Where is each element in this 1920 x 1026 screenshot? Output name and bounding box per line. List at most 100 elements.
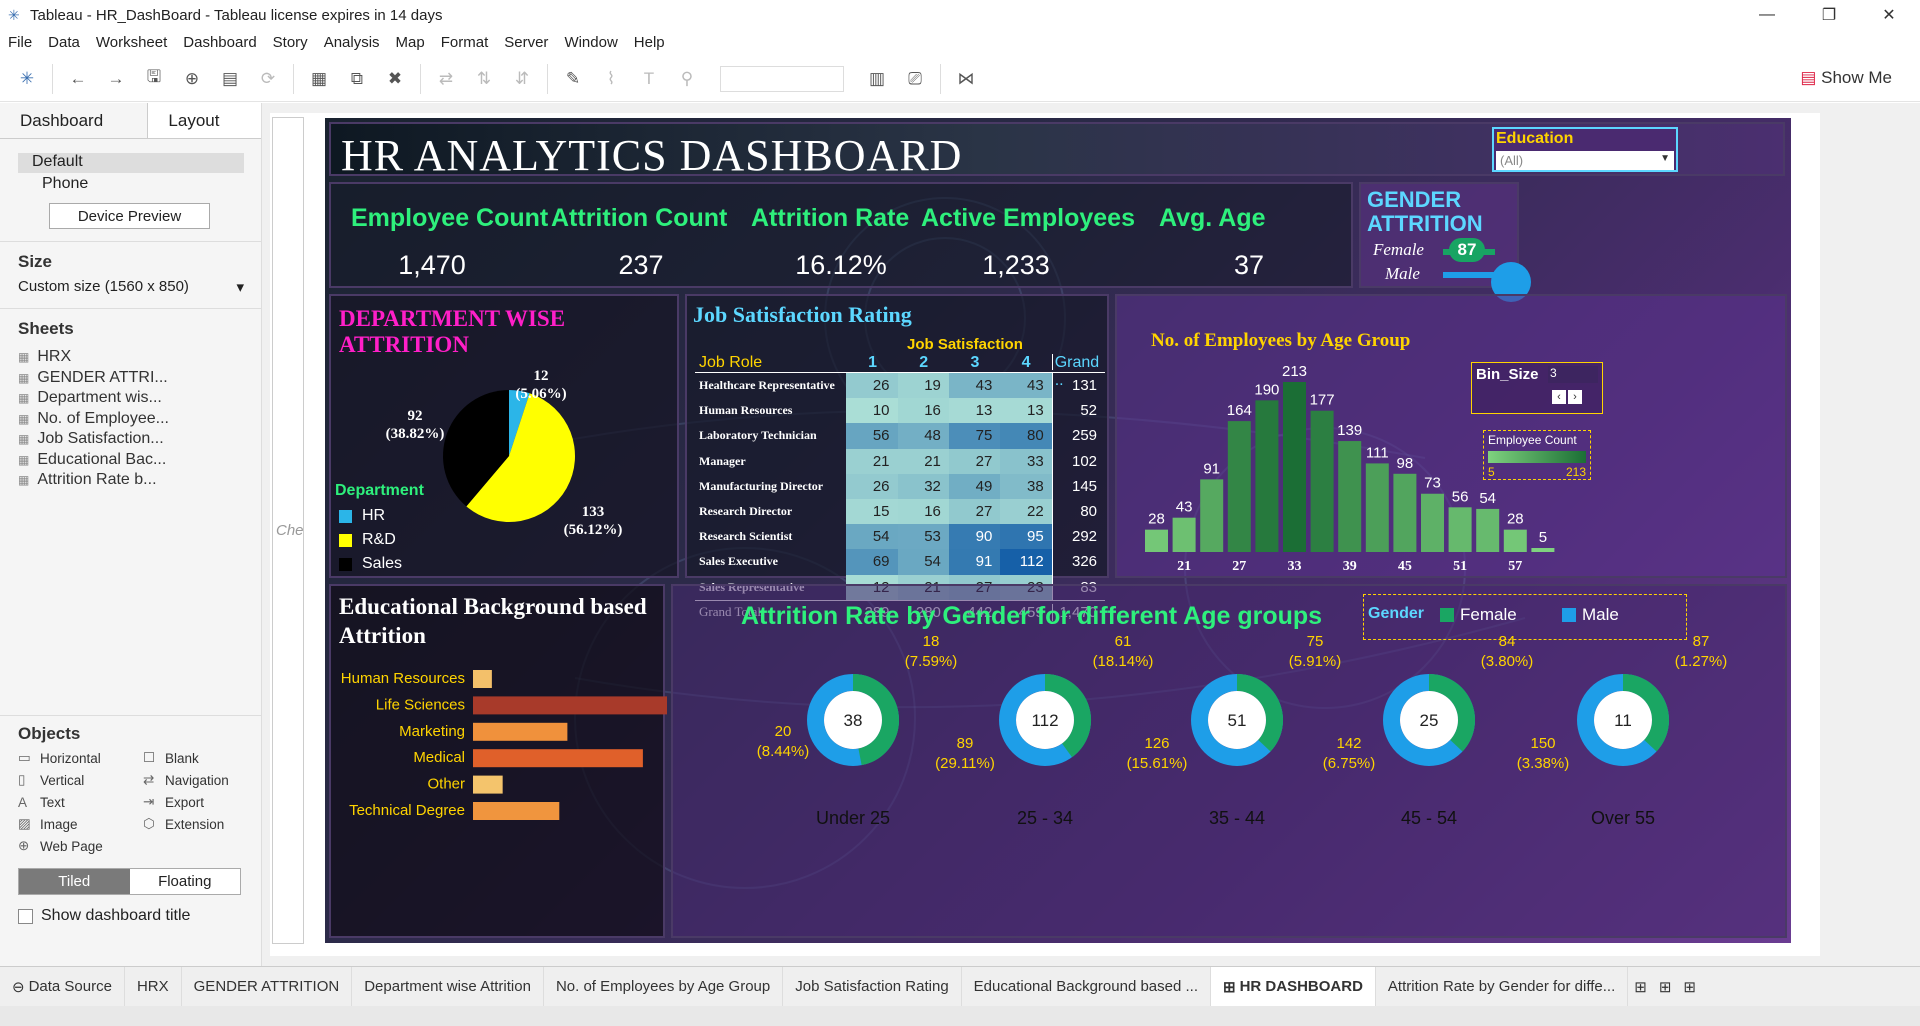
object-item[interactable]: ▨ Image [18, 816, 143, 832]
menu-help[interactable]: Help [626, 34, 673, 51]
device-preview-button[interactable]: Device Preview [49, 203, 210, 229]
education-filter-select[interactable]: (All) ▼ [1496, 151, 1674, 170]
sheet-item[interactable]: ▦ Department wis... [18, 388, 261, 409]
object-item[interactable]: ▭ Horizontal [18, 750, 143, 766]
age-bar[interactable] [1255, 400, 1279, 552]
education-bar[interactable] [473, 696, 667, 715]
age-bar[interactable] [1531, 548, 1555, 552]
clear-icon[interactable]: ✖ [380, 64, 410, 94]
share-icon[interactable]: ⋈ [951, 64, 981, 94]
sheet-item[interactable]: ▦ No. of Employee... [18, 409, 261, 430]
duplicate-icon[interactable]: ⧉ [342, 64, 372, 94]
show-title-checkbox-row[interactable]: Show dashboard title [18, 907, 262, 925]
group-icon[interactable]: ⌇ [596, 64, 626, 94]
highlight-icon[interactable]: ✎ [558, 64, 588, 94]
object-item[interactable]: ⇄ Navigation [143, 772, 268, 788]
age-bar[interactable] [1200, 479, 1224, 552]
redo-icon[interactable]: → [101, 64, 131, 94]
age-bar[interactable] [1448, 507, 1472, 552]
age-bar[interactable] [1283, 382, 1306, 552]
menu-map[interactable]: Map [388, 34, 433, 51]
age-bar[interactable] [1365, 463, 1389, 552]
new-datasource-icon[interactable]: ⊕ [177, 64, 207, 94]
sheet-tab[interactable]: Department wise Attrition [352, 966, 544, 1007]
floating-button[interactable]: Floating [129, 869, 240, 894]
restore-icon[interactable]: ❐ [1806, 0, 1852, 30]
minimize-icon[interactable]: — [1744, 0, 1790, 30]
object-item[interactable]: ☐ Blank [143, 750, 268, 766]
close-icon[interactable]: ✕ [1866, 0, 1912, 30]
new-story-icon[interactable]: ⊞ [1677, 967, 1702, 1007]
age-bar[interactable] [1393, 473, 1417, 552]
tableau-home-icon[interactable]: ✳ [12, 64, 42, 94]
undo-icon[interactable]: ← [63, 64, 93, 94]
sheet-tab[interactable]: HRX [125, 966, 182, 1007]
menu-data[interactable]: Data [40, 34, 88, 51]
swap-icon[interactable]: ⇄ [431, 64, 461, 94]
age-bar[interactable] [1503, 529, 1527, 552]
sheet-tab[interactable]: No. of Employees by Age Group [544, 966, 784, 1007]
tab-layout[interactable]: Layout [147, 103, 261, 138]
sheet-item[interactable]: ▦ GENDER ATTRI... [18, 368, 261, 389]
sheet-tab[interactable]: ⊖ Data Source [0, 966, 125, 1007]
tiled-button[interactable]: Tiled [19, 869, 130, 894]
menu-dashboard[interactable]: Dashboard [175, 34, 264, 51]
presentation-icon[interactable]: ⎚ [900, 64, 930, 94]
bin-increment-icon[interactable]: › [1568, 390, 1582, 404]
sort-asc-icon[interactable]: ⇅ [469, 64, 499, 94]
bin-decrement-icon[interactable]: ‹ [1552, 390, 1566, 404]
education-filter[interactable]: Education (All) ▼ [1492, 127, 1678, 172]
sheet-tab[interactable]: Educational Background based ... [962, 966, 1211, 1007]
object-item[interactable]: ▯ Vertical [18, 772, 143, 788]
menu-analysis[interactable]: Analysis [316, 34, 388, 51]
refresh-icon[interactable]: ⟳ [253, 64, 283, 94]
device-phone[interactable]: Phone [18, 175, 261, 193]
age-bar[interactable] [1476, 508, 1500, 552]
object-item[interactable]: ⇥ Export [143, 794, 268, 810]
education-bar[interactable] [473, 775, 503, 794]
bin-size-input[interactable]: 3 [1548, 366, 1598, 383]
age-bar[interactable] [1227, 421, 1251, 552]
menu-window[interactable]: Window [556, 34, 625, 51]
education-bar[interactable] [473, 749, 643, 768]
menu-story[interactable]: Story [265, 34, 316, 51]
sheet-item[interactable]: ▦ Job Satisfaction... [18, 429, 261, 450]
sheet-item[interactable]: ▦ Attrition Rate b... [18, 470, 261, 491]
pin-icon[interactable]: ⚲ [672, 64, 702, 94]
tab-dashboard[interactable]: Dashboard [0, 103, 148, 138]
education-bar[interactable] [473, 802, 560, 820]
sheet-item[interactable]: ▦ HRX [18, 347, 261, 368]
save-icon[interactable]: 🖫 [139, 64, 169, 94]
age-bar[interactable] [1172, 517, 1196, 552]
menu-format[interactable]: Format [433, 34, 497, 51]
object-item[interactable]: A Text [18, 794, 143, 810]
new-worksheet-icon[interactable]: ⊞ [1628, 967, 1653, 1007]
new-sheet-icon[interactable]: ▦ [304, 64, 334, 94]
size-dropdown[interactable]: Custom size (1560 x 850) ▾ [18, 278, 244, 296]
menu-server[interactable]: Server [496, 34, 556, 51]
show-me-button[interactable]: ▤ Show Me [1800, 68, 1892, 88]
age-bar[interactable] [1145, 529, 1168, 552]
age-bar[interactable] [1421, 493, 1444, 552]
menu-file[interactable]: File [0, 34, 40, 51]
fit-dropdown[interactable] [720, 65, 844, 92]
education-bar[interactable] [473, 670, 492, 688]
pause-updates-icon[interactable]: ▤ [215, 64, 245, 94]
object-item[interactable]: ⬡ Extension [143, 816, 268, 832]
show-cards-icon[interactable]: ▥ [862, 64, 892, 94]
sheet-tab[interactable]: GENDER ATTRITION [182, 966, 353, 1007]
label-icon[interactable]: T [634, 64, 664, 94]
sheet-tab[interactable]: Job Satisfaction Rating [783, 966, 962, 1007]
sort-desc-icon[interactable]: ⇵ [507, 64, 537, 94]
checkbox-icon[interactable] [18, 908, 33, 924]
new-dashboard-icon[interactable]: ⊞ [1653, 967, 1678, 1007]
sheet-item[interactable]: ▦ Educational Bac... [18, 450, 261, 471]
sheet-tab[interactable]: Attrition Rate by Gender for diffe... [1376, 966, 1629, 1007]
sheet-tab[interactable]: ⊞ HR DASHBOARD [1211, 966, 1376, 1007]
age-bar[interactable] [1310, 410, 1334, 552]
menu-worksheet[interactable]: Worksheet [88, 34, 175, 51]
device-default[interactable]: Default [18, 153, 244, 173]
age-bar[interactable] [1338, 441, 1362, 552]
education-bar[interactable] [473, 722, 568, 741]
object-item[interactable]: ⊕ Web Page [18, 838, 143, 854]
